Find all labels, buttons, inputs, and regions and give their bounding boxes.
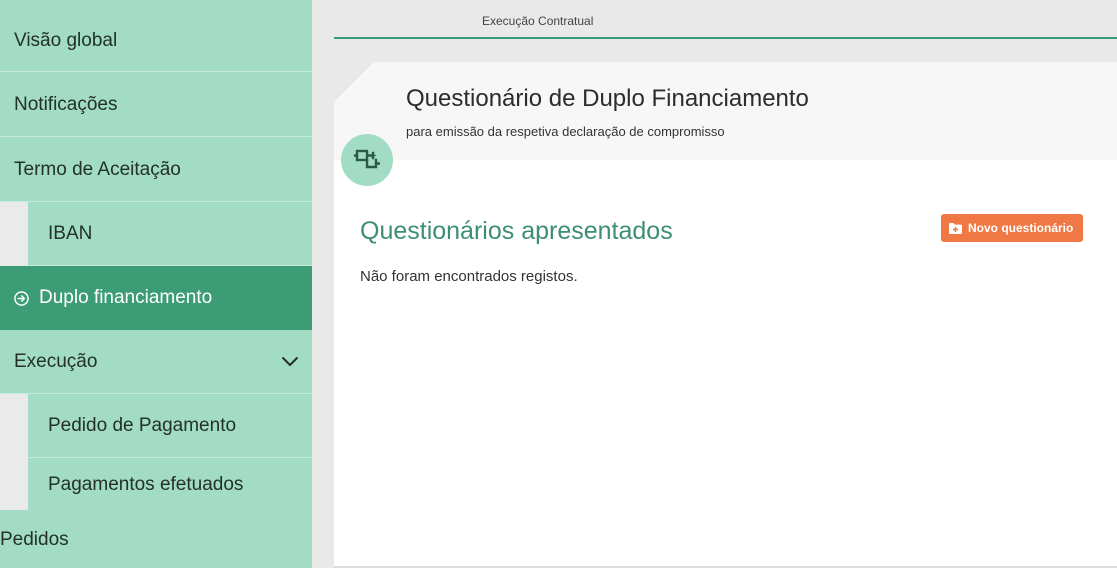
sidebar-item-pedidos[interactable]: Pedidos bbox=[0, 512, 312, 568]
sidebar-item-label: Pagamentos efetuados bbox=[48, 474, 244, 495]
sidebar-item-visao-global[interactable]: Visão global bbox=[0, 10, 312, 72]
app-root: Visão global Notificações Termo de Aceit… bbox=[0, 0, 1117, 568]
section-title: Questionários apresentados bbox=[360, 217, 673, 245]
submenu-gutter bbox=[0, 202, 28, 266]
sidebar-item-iban[interactable]: IBAN bbox=[28, 202, 312, 266]
tab-execucao-contratual[interactable]: Execução Contratual bbox=[482, 14, 593, 28]
workflow-icon bbox=[341, 134, 393, 186]
new-questionnaire-button[interactable]: Novo questionário bbox=[941, 214, 1084, 242]
sidebar-item-label: Pedidos bbox=[0, 529, 69, 550]
empty-state-message: Não foram encontrados registos. bbox=[360, 268, 578, 285]
sidebar-item-label: Pedido de Pagamento bbox=[48, 414, 237, 436]
sidebar-item-execucao[interactable]: Execução bbox=[0, 330, 312, 394]
submenu-gutter bbox=[0, 394, 28, 510]
sidebar-item-termo-aceitacao[interactable]: Termo de Aceitação bbox=[0, 138, 312, 202]
new-questionnaire-label: Novo questionário bbox=[968, 221, 1074, 235]
folder-plus-icon bbox=[949, 222, 962, 234]
sidebar-item-label: Termo de Aceitação bbox=[14, 158, 181, 180]
page-subtitle: para emissão da respetiva declaração de … bbox=[406, 124, 725, 139]
sidebar-item-label: IBAN bbox=[48, 222, 93, 244]
sidebar-item-label: Duplo financiamento bbox=[39, 287, 213, 308]
page-title: Questionário de Duplo Financiamento bbox=[406, 85, 809, 112]
sidebar-item-pedido-pagamento[interactable]: Pedido de Pagamento bbox=[28, 394, 312, 458]
chevron-down-icon[interactable] bbox=[280, 352, 300, 372]
arrow-circle-right-icon bbox=[14, 290, 29, 306]
sidebar: Visão global Notificações Termo de Aceit… bbox=[0, 0, 312, 568]
sidebar-item-label: Execução bbox=[14, 350, 98, 372]
sidebar-item-label: Visão global bbox=[14, 29, 118, 51]
tab-underline bbox=[334, 37, 1117, 39]
sidebar-item-pagamentos-efetuados[interactable]: Pagamentos efetuados bbox=[28, 458, 312, 512]
sidebar-item-label: Notificações bbox=[14, 93, 118, 115]
sidebar-item-duplo-financiamento[interactable]: Duplo financiamento bbox=[0, 266, 312, 330]
sidebar-item-notificacoes[interactable]: Notificações bbox=[0, 73, 312, 137]
